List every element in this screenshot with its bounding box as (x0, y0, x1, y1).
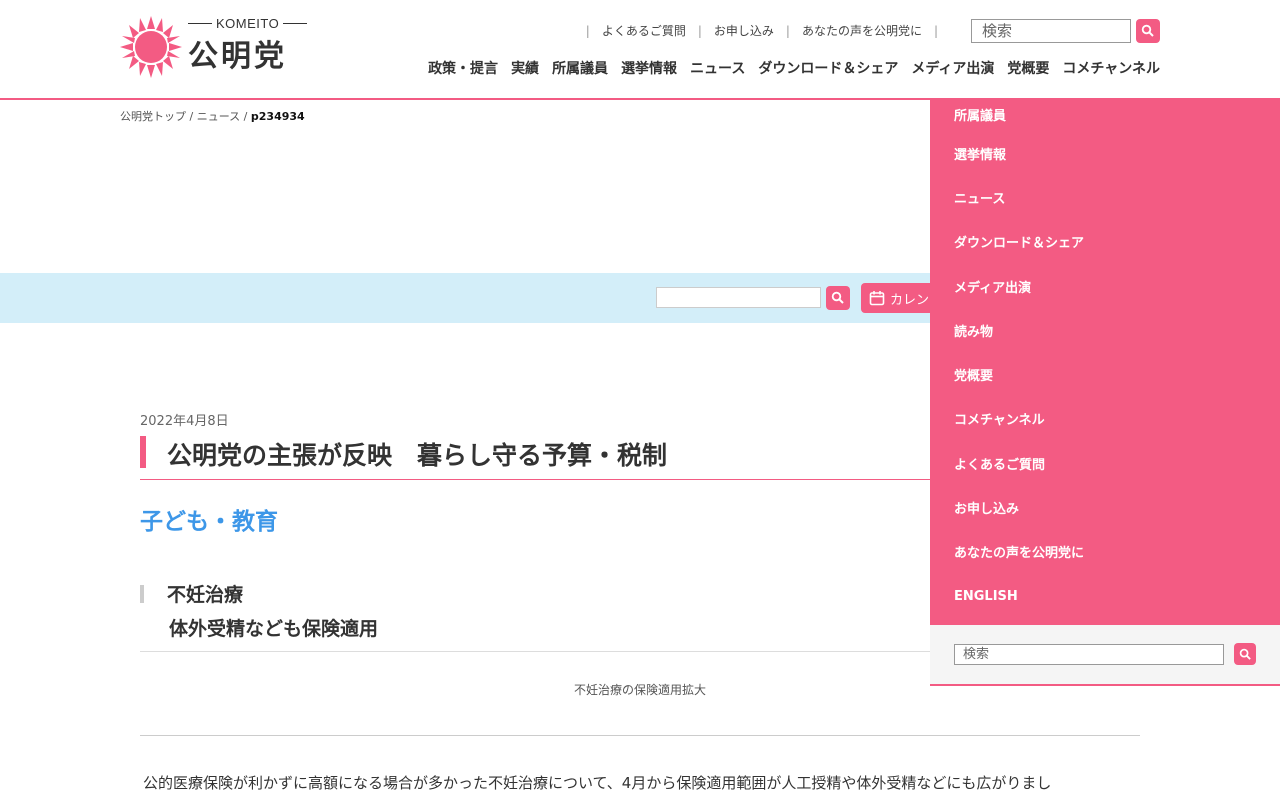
menu-item-voice[interactable]: あなたの声を公明党に (930, 530, 1280, 574)
nav-election[interactable]: 選挙情報 (621, 58, 677, 78)
divider (140, 735, 1140, 736)
komeito-logo[interactable]: KOMEITO 公明党 (118, 12, 308, 82)
site-header: KOMEITO 公明党 | よくあるご質問 | お申し込み | あなたの声を公明… (0, 0, 1280, 100)
menu-item-reading[interactable]: 読み物 (930, 308, 1280, 352)
subheading-detail: 体外受精なども保険適用 (169, 618, 379, 640)
menu-item-members[interactable]: 所属議員 (930, 98, 1280, 131)
breadcrumb-current: p234934 (250, 110, 305, 123)
menu-item-news[interactable]: ニュース (930, 175, 1280, 219)
util-link-faq[interactable]: よくあるご質問 (602, 22, 686, 39)
menu-item-election[interactable]: 選挙情報 (930, 131, 1280, 175)
search-icon (1239, 648, 1251, 660)
article-title: 公明党の主張が反映 暮らし守る予算・税制 (167, 441, 668, 470)
subheading-accent (140, 585, 144, 603)
subheading-topic: 不妊治療 (167, 584, 244, 606)
header-search: 検索 (971, 19, 1160, 43)
menu-item-english[interactable]: ENGLISH (930, 574, 1280, 618)
title-accent-bar (140, 436, 146, 468)
dropdown-search-button[interactable] (1234, 643, 1256, 665)
nav-members[interactable]: 所属議員 (552, 58, 608, 78)
logo-japanese: 公明党 (188, 39, 287, 74)
breadcrumb: 公明党トップ / ニュース / p234934 (120, 110, 305, 123)
news-search-input[interactable] (656, 287, 821, 308)
util-link-apply[interactable]: お申し込み (714, 22, 774, 39)
utility-nav: | よくあるご質問 | お申し込み | あなたの声を公明党に | (585, 22, 938, 39)
article-category[interactable]: 子ども・教育 (140, 502, 278, 536)
menu-item-apply[interactable]: お申し込み (930, 485, 1280, 529)
dropdown-search-input[interactable]: 検索 (954, 644, 1224, 665)
nav-achievements[interactable]: 実績 (511, 58, 539, 78)
logo-english: KOMEITO (188, 16, 308, 31)
nav-channel[interactable]: コメチャンネル (1062, 58, 1160, 78)
nav-policy[interactable]: 政策・提言 (428, 58, 498, 78)
header-search-input[interactable]: 検索 (971, 19, 1131, 43)
calendar-icon (869, 291, 885, 306)
calendar-label: カレン (890, 292, 930, 308)
article-date: 2022年4月8日 (140, 414, 229, 429)
sun-logo-icon (120, 16, 182, 78)
menu-item-about[interactable]: 党概要 (930, 352, 1280, 396)
util-link-voice[interactable]: あなたの声を公明党に (802, 22, 922, 39)
menu-item-faq[interactable]: よくあるご質問 (930, 441, 1280, 485)
header-search-button[interactable] (1136, 19, 1160, 43)
nav-media[interactable]: メディア出演 (911, 58, 994, 78)
nav-download[interactable]: ダウンロード＆シェア (758, 58, 898, 78)
dropdown-search: 検索 (930, 625, 1280, 684)
article-body: 公的医療保険が利かずに高額になる場合が多かった不妊治療について、4月から保険適用… (143, 774, 1052, 792)
search-icon (831, 291, 844, 304)
breadcrumb-news[interactable]: ニュース (197, 110, 240, 123)
menu-item-channel[interactable]: コメチャンネル (930, 397, 1280, 441)
nav-news[interactable]: ニュース (690, 58, 745, 78)
menu-item-download[interactable]: ダウンロード＆シェア (930, 220, 1280, 264)
main-nav: 政策・提言 実績 所属議員 選挙情報 ニュース ダウンロード＆シェア メディア出… (428, 58, 1160, 78)
news-search-button[interactable] (826, 286, 850, 310)
breadcrumb-home[interactable]: 公明党トップ (120, 110, 186, 123)
nav-about[interactable]: 党概要 (1007, 58, 1049, 78)
search-icon (1141, 24, 1154, 37)
menu-item-media[interactable]: メディア出演 (930, 264, 1280, 308)
dropdown-menu: 所属議員 選挙情報 ニュース ダウンロード＆シェア メディア出演 読み物 党概要… (930, 98, 1280, 686)
